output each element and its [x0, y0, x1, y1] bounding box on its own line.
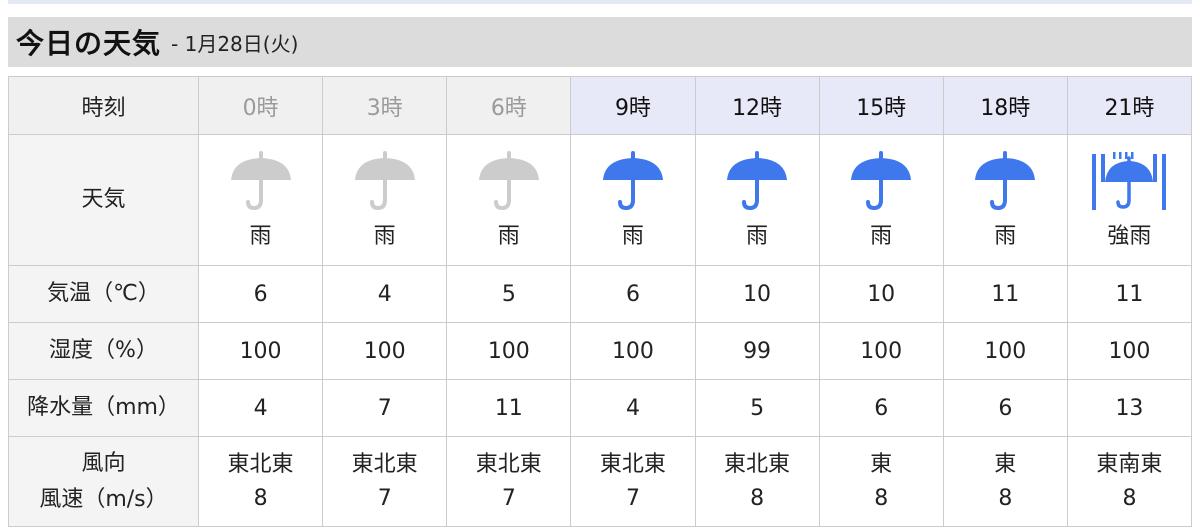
umbrella-icon	[323, 150, 446, 212]
wind-cell: 東北東 7	[446, 436, 572, 527]
wind-direction: 東北東	[227, 451, 294, 477]
precipitation-cell: 6	[942, 379, 1068, 437]
wind-speed: 8	[253, 485, 268, 511]
weather-label: 雨	[870, 224, 893, 249]
weather-cell: 雨	[197, 134, 324, 266]
umbrella-icon	[944, 150, 1067, 212]
humidity-row: 湿度（%） 100 100 100 100 99 100 100 100	[8, 322, 1193, 380]
temperature-row: 気温（℃） 6 4 5 6 10 10 11 11	[8, 265, 1193, 323]
humidity-cell: 100	[942, 322, 1068, 380]
humidity-cell: 100	[570, 322, 696, 380]
precipitation-cell: 13	[1066, 379, 1193, 437]
humidity-cell: 100	[197, 322, 324, 380]
temperature-cell: 11	[1066, 265, 1193, 323]
weather-row-label: 天気	[8, 134, 199, 266]
precipitation-cell: 4	[570, 379, 696, 437]
time-cell: 0時	[197, 76, 324, 135]
weather-label: 雨	[621, 224, 644, 249]
wind-direction: 東北東	[724, 451, 791, 477]
weather-cell: 雨	[942, 134, 1068, 266]
umbrella-icon	[447, 150, 570, 212]
weather-cell: 強雨	[1066, 134, 1193, 266]
wind-speed: 8	[750, 485, 765, 511]
wind-cell: 東南東 8	[1066, 436, 1193, 527]
wind-speed: 8	[1122, 485, 1137, 511]
humidity-cell: 100	[446, 322, 572, 380]
precipitation-cell: 11	[446, 379, 572, 437]
forecast-date: - 1月28日(火)	[171, 31, 299, 56]
temperature-cell: 10	[818, 265, 944, 323]
wind-cell: 東8	[818, 436, 944, 527]
weather-cell: 雨	[818, 134, 944, 266]
humidity-cell: 99	[694, 322, 820, 380]
top-divider	[8, 0, 1192, 4]
precipitation-row: 降水量（mm） 4 7 11 4 5 6 6 13	[8, 379, 1193, 437]
weather-label: 雨	[746, 224, 769, 249]
wind-cell: 東北東 7	[322, 436, 448, 527]
umbrella-icon	[199, 150, 322, 212]
wind-direction-label: 風向	[81, 450, 126, 476]
umbrella-icon	[820, 150, 943, 212]
time-cell: 21時	[1066, 76, 1193, 135]
time-cell: 18時	[942, 76, 1068, 135]
heavy-rain-umbrella-icon	[1068, 150, 1191, 212]
precipitation-cell: 7	[322, 379, 448, 437]
wind-direction: 東	[994, 451, 1017, 477]
wind-cell: 東北東 8	[197, 436, 324, 527]
wind-direction: 東南東	[1096, 451, 1163, 477]
time-cell: 3時	[322, 76, 448, 135]
umbrella-icon	[696, 150, 819, 212]
temperature-cell: 4	[322, 265, 448, 323]
temperature-cell: 6	[570, 265, 696, 323]
temperature-cell: 11	[942, 265, 1068, 323]
weather-cell: 雨	[694, 134, 820, 266]
time-cell: 15時	[818, 76, 944, 135]
weather-cell: 雨	[570, 134, 696, 266]
precipitation-cell: 5	[694, 379, 820, 437]
weather-label: 雨	[373, 224, 396, 249]
precipitation-cell: 4	[197, 379, 324, 437]
wind-direction: 東北東	[351, 451, 418, 477]
wind-speed: 7	[625, 485, 640, 511]
weather-row: 天気 雨 雨 雨 雨 雨 雨 雨 強雨	[8, 134, 1193, 266]
wind-speed-label: 風速（m/s）	[39, 486, 168, 512]
weather-cell: 雨	[322, 134, 448, 266]
time-row: 時刻 0時 3時 6時 9時 12時 15時 18時 21時	[8, 76, 1193, 135]
weather-label: 雨	[994, 224, 1017, 249]
time-cell: 9時	[570, 76, 696, 135]
umbrella-icon	[571, 150, 694, 212]
page-title: 今日の天気	[16, 27, 162, 60]
wind-speed: 8	[874, 485, 889, 511]
temperature-row-label: 気温（℃）	[8, 265, 199, 323]
wind-row: 風向 風速（m/s） 東北東 8 東北東 7 東北東 7 東北東 7 東北東 8 東 8 東 8 東南東 8	[8, 436, 1193, 527]
precipitation-cell: 6	[818, 379, 944, 437]
humidity-cell: 100	[818, 322, 944, 380]
wind-direction: 東北東	[599, 451, 666, 477]
time-cell: 12時	[694, 76, 820, 135]
weather-cell: 雨	[446, 134, 572, 266]
weather-label: 雨	[249, 224, 272, 249]
humidity-cell: 100	[1066, 322, 1193, 380]
temperature-cell: 10	[694, 265, 820, 323]
wind-speed: 7	[377, 485, 392, 511]
wind-cell: 東北東 8	[694, 436, 820, 527]
precipitation-row-label: 降水量（mm）	[8, 379, 199, 437]
wind-cell: 東北東 7	[570, 436, 696, 527]
wind-cell: 東8	[942, 436, 1068, 527]
wind-speed: 7	[501, 485, 516, 511]
temperature-cell: 5	[446, 265, 572, 323]
time-row-label: 時刻	[8, 76, 199, 135]
weather-label: 強雨	[1107, 224, 1152, 249]
humidity-row-label: 湿度（%）	[8, 322, 199, 380]
temperature-cell: 6	[197, 265, 324, 323]
forecast-header: 今日の天気 - 1月28日(火)	[8, 17, 1192, 67]
wind-speed: 8	[998, 485, 1013, 511]
humidity-cell: 100	[322, 322, 448, 380]
forecast-table: 時刻 0時 3時 6時 9時 12時 15時 18時 21時 天気 雨 雨 雨 雨 雨 雨 雨 強雨 気温（…	[8, 76, 1193, 527]
wind-direction: 東	[870, 451, 893, 477]
wind-row-label: 風向 風速（m/s）	[8, 436, 199, 527]
weather-label: 雨	[497, 224, 520, 249]
wind-direction: 東北東	[475, 451, 542, 477]
time-cell: 6時	[446, 76, 572, 135]
